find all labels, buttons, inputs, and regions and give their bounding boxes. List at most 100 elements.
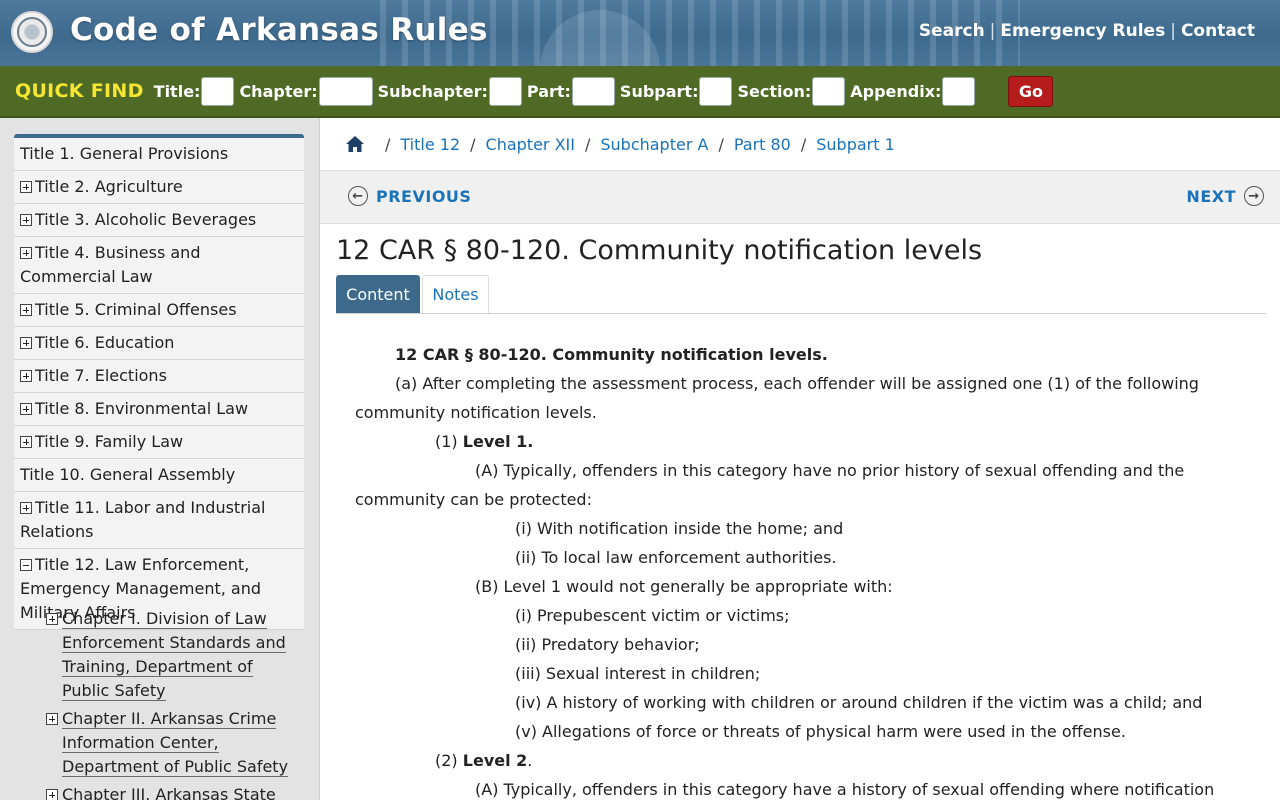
rule-level-2-heading: (2) Level 2. xyxy=(355,746,1235,775)
toc-title-label: Title 8. Environmental Law xyxy=(35,399,249,418)
rule-level-1-b-iv: (iv) A history of working with children … xyxy=(515,693,1203,712)
rule-level-1-a: (A) Typically, offenders in this categor… xyxy=(355,461,1185,509)
toc-title-label: Title 11. Labor and Industrial Relations xyxy=(20,498,266,541)
expand-plus-icon[interactable] xyxy=(20,370,32,382)
expand-plus-icon[interactable] xyxy=(20,403,32,415)
appendix-input[interactable] xyxy=(942,76,976,106)
rule-level-1-a-ii: (ii) To local law enforcement authoritie… xyxy=(515,548,837,567)
breadcrumb-subchapter-link[interactable]: Subchapter A xyxy=(600,135,708,154)
toc-chapter-list: Chapter I. Division of Law Enforcement S… xyxy=(46,607,296,800)
toc-title-8[interactable]: Title 8. Environmental Law xyxy=(14,393,304,426)
breadcrumb-title-link[interactable]: Title 12 xyxy=(400,135,460,154)
subchapter-input[interactable] xyxy=(488,76,522,106)
rule-level-1-b-v: (v) Allegations of force or threats of p… xyxy=(515,722,1126,741)
breadcrumb-separator: / xyxy=(584,134,591,154)
nav-emergency-rules-link[interactable]: Emergency Rules xyxy=(1000,21,1165,41)
quick-find-title: QUICK FIND xyxy=(15,80,144,102)
pager-bar: ← PREVIOUS NEXT → xyxy=(320,170,1280,224)
breadcrumb-separator: / xyxy=(385,134,391,154)
toc-title-label: Title 10. General Assembly xyxy=(20,465,236,484)
expand-plus-icon[interactable] xyxy=(46,713,58,725)
toc-chapter-link[interactable]: Chapter III. Arkansas State xyxy=(62,785,276,800)
nav-search-link[interactable]: Search xyxy=(919,21,985,41)
toc-title-5[interactable]: Title 5. Criminal Offenses xyxy=(14,294,304,327)
appendix-field-label: Appendix: xyxy=(850,81,942,101)
toc-chapter-link[interactable]: Chapter II. Arkansas Crime Information C… xyxy=(62,709,289,777)
rule-level-2-number: (2) xyxy=(435,751,458,770)
nav-contact-link[interactable]: Contact xyxy=(1181,21,1255,41)
site-title[interactable]: Code of Arkansas Rules xyxy=(70,12,488,48)
toc-title-3[interactable]: Title 3. Alcoholic Beverages xyxy=(14,204,304,237)
toc-title-label: Title 7. Elections xyxy=(35,366,167,385)
expand-plus-icon[interactable] xyxy=(20,337,32,349)
toc-title-10[interactable]: Title 10. General Assembly xyxy=(14,459,304,492)
title-field-label: Title: xyxy=(153,81,201,101)
breadcrumb-separator: / xyxy=(800,134,807,154)
expand-plus-icon[interactable] xyxy=(46,613,58,625)
expand-plus-icon[interactable] xyxy=(20,436,32,448)
chapter-input[interactable] xyxy=(318,76,373,106)
subpart-input[interactable] xyxy=(699,76,733,106)
toc-title-label: Title 2. Agriculture xyxy=(35,177,183,196)
breadcrumb-separator: / xyxy=(718,134,724,154)
toc-title-label: Title 3. Alcoholic Beverages xyxy=(35,210,257,229)
rule-level-1-a-i: (i) With notification inside the home; a… xyxy=(515,519,844,538)
next-button[interactable]: NEXT → xyxy=(1186,186,1264,206)
tab-content[interactable]: Content xyxy=(336,275,420,313)
toc-title-2[interactable]: Title 2. Agriculture xyxy=(14,171,304,204)
page-title: 12 CAR § 80-120. Community notification … xyxy=(336,235,983,266)
toc-title-label: Title 6. Education xyxy=(35,333,175,352)
toc-chapter-link[interactable]: Chapter I. Division of Law Enforcement S… xyxy=(62,609,286,701)
next-label: NEXT xyxy=(1186,186,1236,206)
section-input[interactable] xyxy=(812,76,846,106)
previous-button[interactable]: ← PREVIOUS xyxy=(348,186,471,206)
part-field-label: Part: xyxy=(526,81,571,101)
expand-plus-icon[interactable] xyxy=(20,502,32,514)
expand-plus-icon[interactable] xyxy=(20,214,32,226)
breadcrumb-separator: / xyxy=(470,134,476,154)
rule-level-1-b-iii: (iii) Sexual interest in children; xyxy=(515,664,761,683)
arrow-left-circle-icon: ← xyxy=(348,186,368,206)
toc-title-7[interactable]: Title 7. Elections xyxy=(14,360,304,393)
subpart-field-label: Subpart: xyxy=(619,81,699,101)
breadcrumb-subpart-link[interactable]: Subpart 1 xyxy=(816,135,895,154)
quick-find-bar: QUICK FIND Title: Chapter: Subchapter: P… xyxy=(0,66,1280,118)
rule-heading: 12 CAR § 80-120. Community notification … xyxy=(395,345,828,364)
content-tabs: Content Notes xyxy=(336,275,1266,314)
toc-chapter-1[interactable]: Chapter I. Division of Law Enforcement S… xyxy=(46,607,296,707)
home-icon[interactable] xyxy=(345,134,365,154)
top-nav: Search | Emergency Rules | Contact xyxy=(919,21,1255,41)
nav-separator: | xyxy=(1170,21,1176,41)
tab-notes[interactable]: Notes xyxy=(422,275,489,313)
breadcrumb-chapter-link[interactable]: Chapter XII xyxy=(486,135,575,154)
toc-chapter-2[interactable]: Chapter II. Arkansas Crime Information C… xyxy=(46,707,296,783)
toc-title-1[interactable]: Title 1. General Provisions xyxy=(14,138,304,171)
toc-title-list: Title 1. General Provisions Title 2. Agr… xyxy=(14,138,304,630)
title-input[interactable] xyxy=(201,76,235,106)
rule-level-1-heading: (1) Level 1. xyxy=(355,427,1235,456)
toc-title-label: Title 4. Business and Commercial Law xyxy=(20,243,201,286)
toc-title-9[interactable]: Title 9. Family Law xyxy=(14,426,304,459)
rule-paragraph-a: (a) After completing the assessment proc… xyxy=(355,374,1199,422)
toc-title-4[interactable]: Title 4. Business and Commercial Law xyxy=(14,237,304,294)
rule-level-1-b-i: (i) Prepubescent victim or victims; xyxy=(515,606,790,625)
expand-plus-icon[interactable] xyxy=(20,247,32,259)
collapse-minus-icon[interactable] xyxy=(20,559,32,571)
toc-title-6[interactable]: Title 6. Education xyxy=(14,327,304,360)
site-header: Code of Arkansas Rules Search | Emergency … xyxy=(0,0,1280,66)
toc-title-11[interactable]: Title 11. Labor and Industrial Relations xyxy=(14,492,304,549)
rule-level-1-b-ii: (ii) Predatory behavior; xyxy=(515,635,700,654)
main-content: / Title 12 / Chapter XII / Subchapter A … xyxy=(320,118,1280,800)
breadcrumb: / Title 12 / Chapter XII / Subchapter A … xyxy=(320,118,1280,170)
breadcrumb-part-link[interactable]: Part 80 xyxy=(734,135,791,154)
expand-plus-icon[interactable] xyxy=(20,304,32,316)
expand-plus-icon[interactable] xyxy=(46,789,58,800)
toc-title-label: Title 5. Criminal Offenses xyxy=(35,300,237,319)
arkansas-seal-logo[interactable] xyxy=(11,11,53,53)
go-button[interactable]: Go xyxy=(1008,75,1054,107)
expand-plus-icon[interactable] xyxy=(20,181,32,193)
nav-separator: | xyxy=(989,21,996,41)
toc-title-label: Title 1. General Provisions xyxy=(20,144,229,163)
part-input[interactable] xyxy=(571,76,615,106)
toc-chapter-3[interactable]: Chapter III. Arkansas State xyxy=(46,783,296,800)
